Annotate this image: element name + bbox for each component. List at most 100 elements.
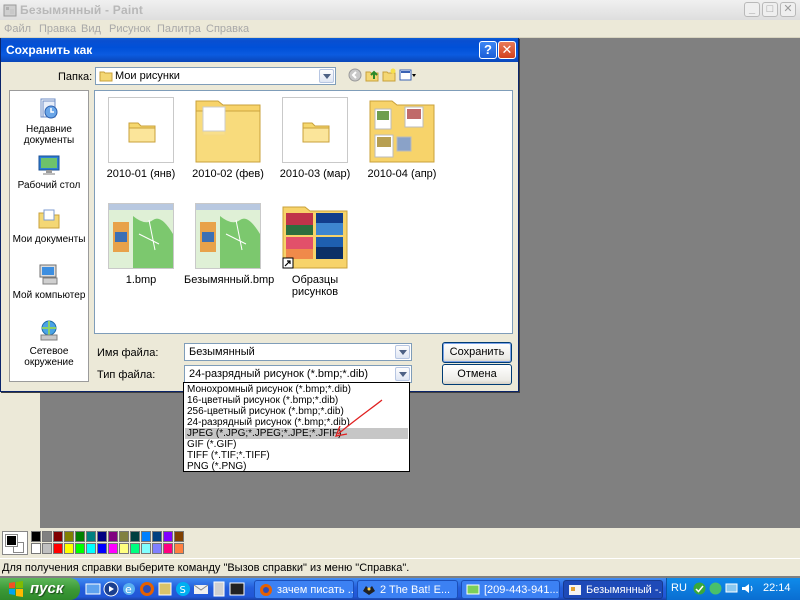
color-swatch[interactable] bbox=[130, 543, 140, 554]
save-button[interactable]: Сохранить bbox=[442, 342, 512, 363]
firefox-icon[interactable] bbox=[139, 581, 155, 597]
maximize-button[interactable]: □ bbox=[762, 2, 778, 17]
network-tray-icon[interactable] bbox=[709, 582, 722, 595]
language-indicator[interactable]: RU bbox=[671, 582, 687, 594]
back-icon[interactable] bbox=[348, 68, 362, 82]
image-preview bbox=[196, 204, 260, 268]
filetype-option[interactable]: GIF (*.GIF) bbox=[185, 439, 408, 450]
filetype-option-selected[interactable]: JPEG (*.JPG;*.JPEG;*.JPE;*.JFIF) bbox=[185, 428, 408, 439]
start-button[interactable]: пуск bbox=[0, 578, 80, 600]
menu-image[interactable]: Рисунок bbox=[109, 23, 151, 35]
chevron-down-icon[interactable] bbox=[395, 345, 410, 359]
color-swatch[interactable] bbox=[64, 543, 74, 554]
menu-help[interactable]: Справка bbox=[206, 23, 249, 35]
color-swatch[interactable] bbox=[31, 531, 41, 542]
file-item-folder-2010-02[interactable]: 2010-02 (фев) bbox=[184, 97, 272, 180]
folder-icon bbox=[369, 100, 435, 163]
monitor-tray-icon[interactable] bbox=[725, 582, 738, 595]
place-network[interactable]: Сетевое окружение bbox=[10, 319, 88, 368]
file-item-1-bmp[interactable]: 1.bmp bbox=[97, 203, 185, 286]
close-button[interactable]: ✕ bbox=[780, 2, 796, 17]
folder-combobox[interactable]: Мои рисунки bbox=[95, 67, 336, 85]
color-swatch[interactable] bbox=[174, 531, 184, 542]
shield-icon[interactable] bbox=[693, 582, 706, 595]
place-my-computer[interactable]: Мой компьютер bbox=[10, 263, 88, 301]
terminal-icon[interactable] bbox=[229, 581, 245, 597]
place-recent-documents[interactable]: Недавние документы bbox=[10, 97, 88, 146]
color-swatch[interactable] bbox=[174, 543, 184, 554]
view-menu-icon[interactable] bbox=[399, 68, 417, 82]
place-my-documents[interactable]: Мои документы bbox=[10, 207, 88, 245]
file-item-untitled-bmp[interactable]: Безымянный.bmp bbox=[184, 203, 275, 286]
chevron-down-icon[interactable] bbox=[319, 69, 334, 83]
minimize-button[interactable]: _ bbox=[744, 2, 760, 17]
file-item-folder-2010-04[interactable]: 2010-04 (апр) bbox=[358, 97, 446, 180]
chevron-down-icon[interactable] bbox=[395, 367, 410, 381]
color-swatch[interactable] bbox=[31, 543, 41, 554]
place-desktop[interactable]: Рабочий стол bbox=[10, 153, 88, 191]
skype-icon[interactable]: S bbox=[175, 581, 191, 597]
color-swatch[interactable] bbox=[163, 531, 173, 542]
internet-explorer-icon[interactable]: e bbox=[121, 581, 137, 597]
volume-icon[interactable] bbox=[741, 582, 754, 595]
folder-icon bbox=[128, 122, 156, 143]
color-swatch[interactable] bbox=[75, 543, 85, 554]
task-button-paint[interactable]: Безымянный -... bbox=[563, 580, 663, 599]
filetype-select[interactable]: 24-разрядный рисунок (*.bmp;*.dib) bbox=[184, 365, 412, 383]
filetype-option[interactable]: 16-цветный рисунок (*.bmp;*.dib) bbox=[185, 395, 408, 406]
menu-colors[interactable]: Палитра bbox=[157, 23, 201, 35]
show-desktop-icon[interactable] bbox=[85, 581, 101, 597]
color-swatch[interactable] bbox=[152, 543, 162, 554]
color-swatch[interactable] bbox=[53, 531, 63, 542]
menu-edit[interactable]: Правка bbox=[39, 23, 76, 35]
filetype-option[interactable]: PNG (*.PNG) bbox=[185, 461, 408, 472]
filetype-option[interactable]: TIFF (*.TIF;*.TIFF) bbox=[185, 450, 408, 461]
menu-file[interactable]: Файл bbox=[4, 23, 31, 35]
color-swatch[interactable] bbox=[119, 531, 129, 542]
save-as-dialog: Сохранить как ? ✕ Папка: Мои рисунки Нед… bbox=[0, 38, 519, 392]
media-player-icon[interactable] bbox=[103, 581, 119, 597]
color-swatch[interactable] bbox=[75, 531, 85, 542]
color-swatch[interactable] bbox=[86, 543, 96, 554]
color-swatch[interactable] bbox=[64, 531, 74, 542]
cancel-button[interactable]: Отмена bbox=[442, 364, 512, 385]
file-item-folder-2010-03[interactable]: 2010-03 (мар) bbox=[271, 97, 359, 180]
filetype-option[interactable]: Монохромный рисунок (*.bmp;*.dib) bbox=[185, 384, 408, 395]
filetype-option[interactable]: 24-разрядный рисунок (*.bmp;*.dib) bbox=[185, 417, 408, 428]
filetype-option[interactable]: 256-цветный рисунок (*.bmp;*.dib) bbox=[185, 406, 408, 417]
app-shortcut-icon[interactable] bbox=[157, 581, 173, 597]
color-swatch[interactable] bbox=[97, 531, 107, 542]
color-swatch[interactable] bbox=[97, 543, 107, 554]
new-folder-icon[interactable] bbox=[382, 68, 396, 82]
help-button[interactable]: ? bbox=[479, 41, 497, 59]
color-swatch[interactable] bbox=[163, 543, 173, 554]
color-swatch[interactable] bbox=[108, 531, 118, 542]
dialog-close-button[interactable]: ✕ bbox=[498, 41, 516, 59]
calculator-icon[interactable] bbox=[211, 581, 227, 597]
color-swatch[interactable] bbox=[119, 543, 129, 554]
menu-view[interactable]: Вид bbox=[81, 23, 101, 35]
foreground-color bbox=[5, 534, 18, 547]
color-swatch[interactable] bbox=[141, 543, 151, 554]
chat-icon bbox=[466, 584, 480, 595]
folder-thumbnail bbox=[282, 97, 348, 163]
color-swatch[interactable] bbox=[130, 531, 140, 542]
file-label: Безымянный.bmp bbox=[184, 274, 275, 286]
color-swatch[interactable] bbox=[42, 543, 52, 554]
color-swatch[interactable] bbox=[53, 543, 63, 554]
file-item-folder-2010-01[interactable]: 2010-01 (янв) bbox=[97, 97, 185, 180]
paint-app-icon bbox=[3, 4, 17, 17]
filename-input[interactable]: Безымянный bbox=[184, 343, 412, 361]
color-swatch[interactable] bbox=[86, 531, 96, 542]
task-button-browser[interactable]: зачем писать ... bbox=[254, 580, 354, 599]
task-button-chat[interactable]: [209-443-941... bbox=[461, 580, 560, 599]
up-folder-icon[interactable] bbox=[365, 68, 379, 82]
mail-icon[interactable] bbox=[193, 581, 209, 597]
color-swatch[interactable] bbox=[42, 531, 52, 542]
color-swatch[interactable] bbox=[108, 543, 118, 554]
current-colors[interactable] bbox=[2, 531, 28, 555]
file-item-sample-pictures[interactable]: Образцы рисунков bbox=[271, 203, 359, 298]
color-swatch[interactable] bbox=[152, 531, 162, 542]
color-swatch[interactable] bbox=[141, 531, 151, 542]
task-button-the-bat[interactable]: 2 The Bat! E... bbox=[357, 580, 458, 599]
